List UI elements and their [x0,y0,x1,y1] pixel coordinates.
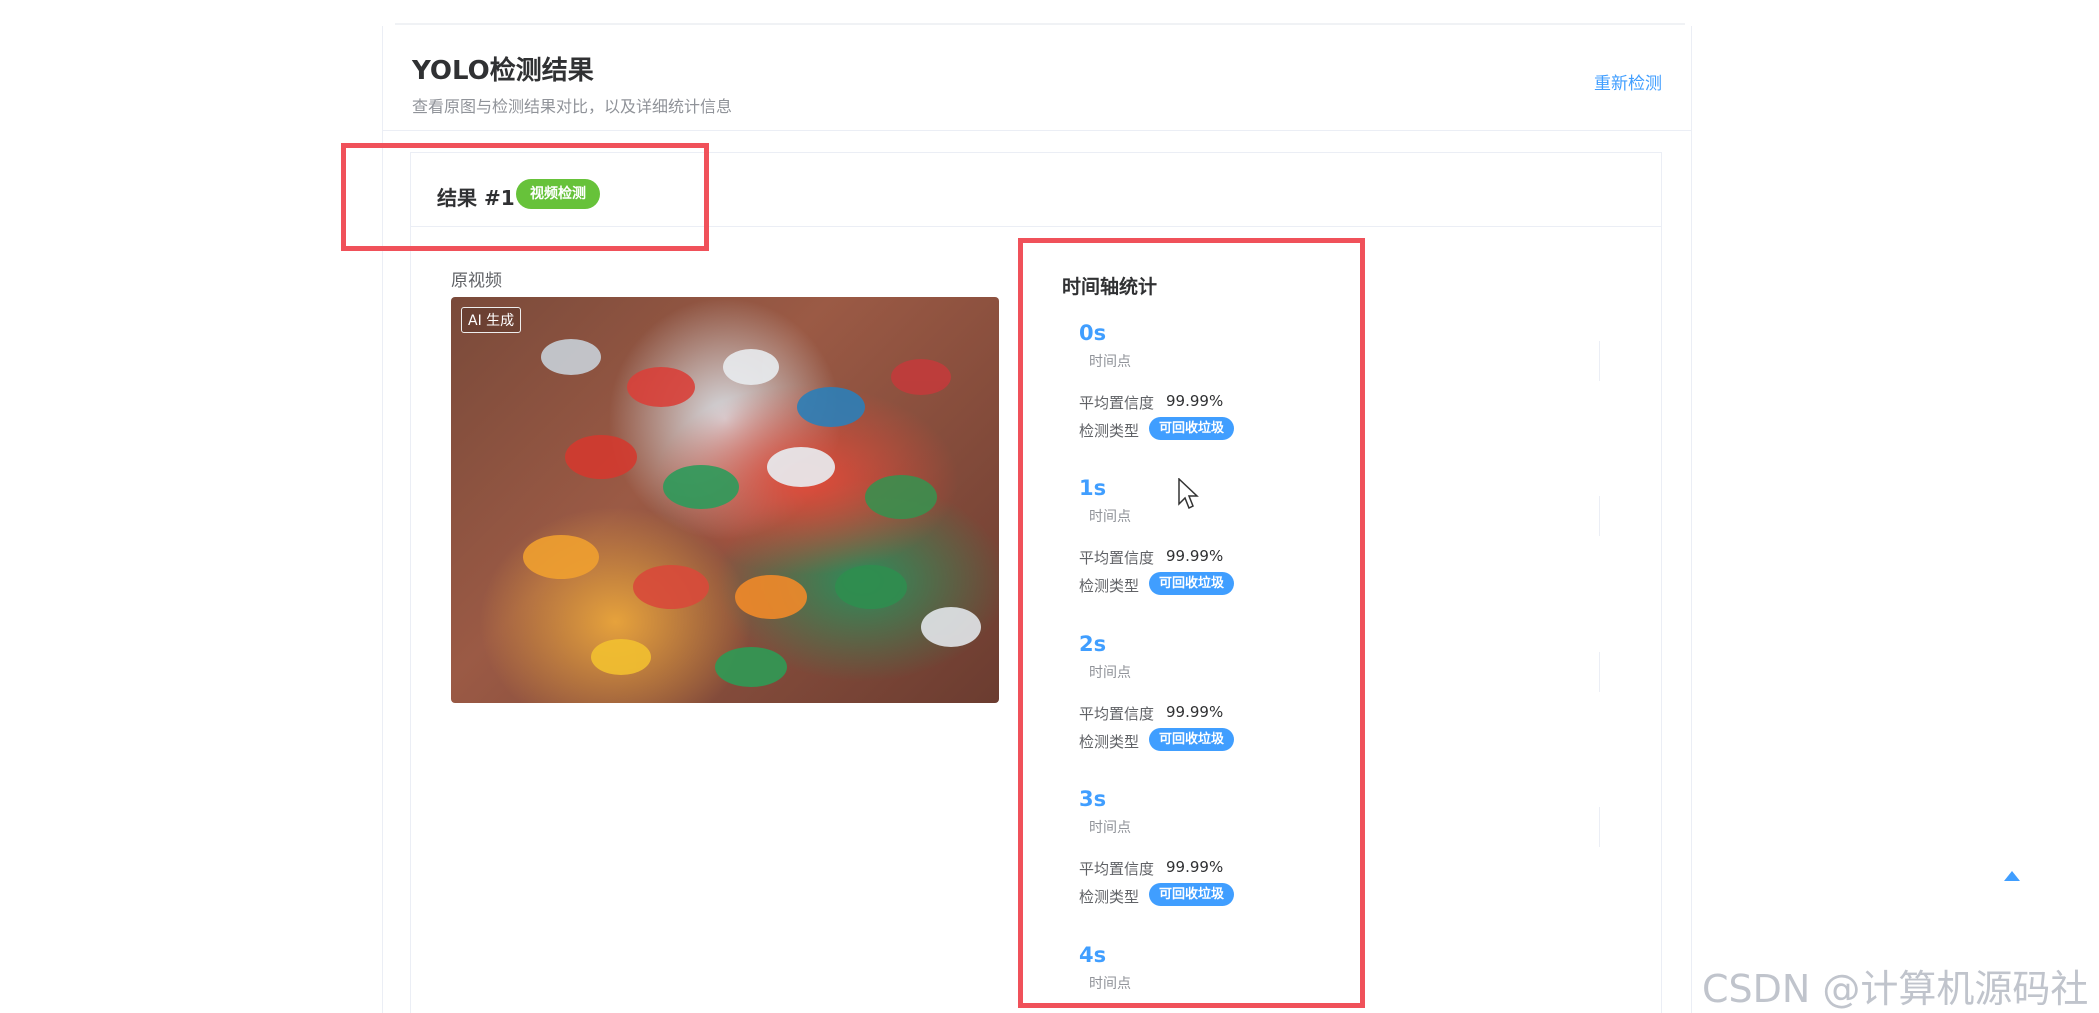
ai-generated-badge: AI 生成 [461,307,522,333]
highlight-box-result-header [341,143,709,251]
original-video-label: 原视频 [451,271,502,291]
timeline-item-divider [1599,652,1600,692]
mouse-cursor-icon [1178,478,1199,510]
page-title: YOLO检测结果 [412,56,594,86]
timeline-item-divider [1599,496,1600,536]
page-subtitle: 查看原图与检测结果对比，以及详细统计信息 [412,97,733,116]
csdn-watermark: CSDN @计算机源码社 [1702,967,2089,1011]
redetect-button[interactable]: 重新检测 [1594,69,1662,94]
scroll-to-top-icon[interactable] [2004,871,2020,881]
timeline-item-divider [1599,341,1600,381]
timeline-item-divider [1599,807,1600,847]
highlight-box-timeline [1018,238,1365,1008]
video-frame-cans [523,339,981,687]
header-divider [382,130,1692,131]
original-video[interactable]: AI 生成 [451,297,999,703]
top-divider [395,23,1685,25]
